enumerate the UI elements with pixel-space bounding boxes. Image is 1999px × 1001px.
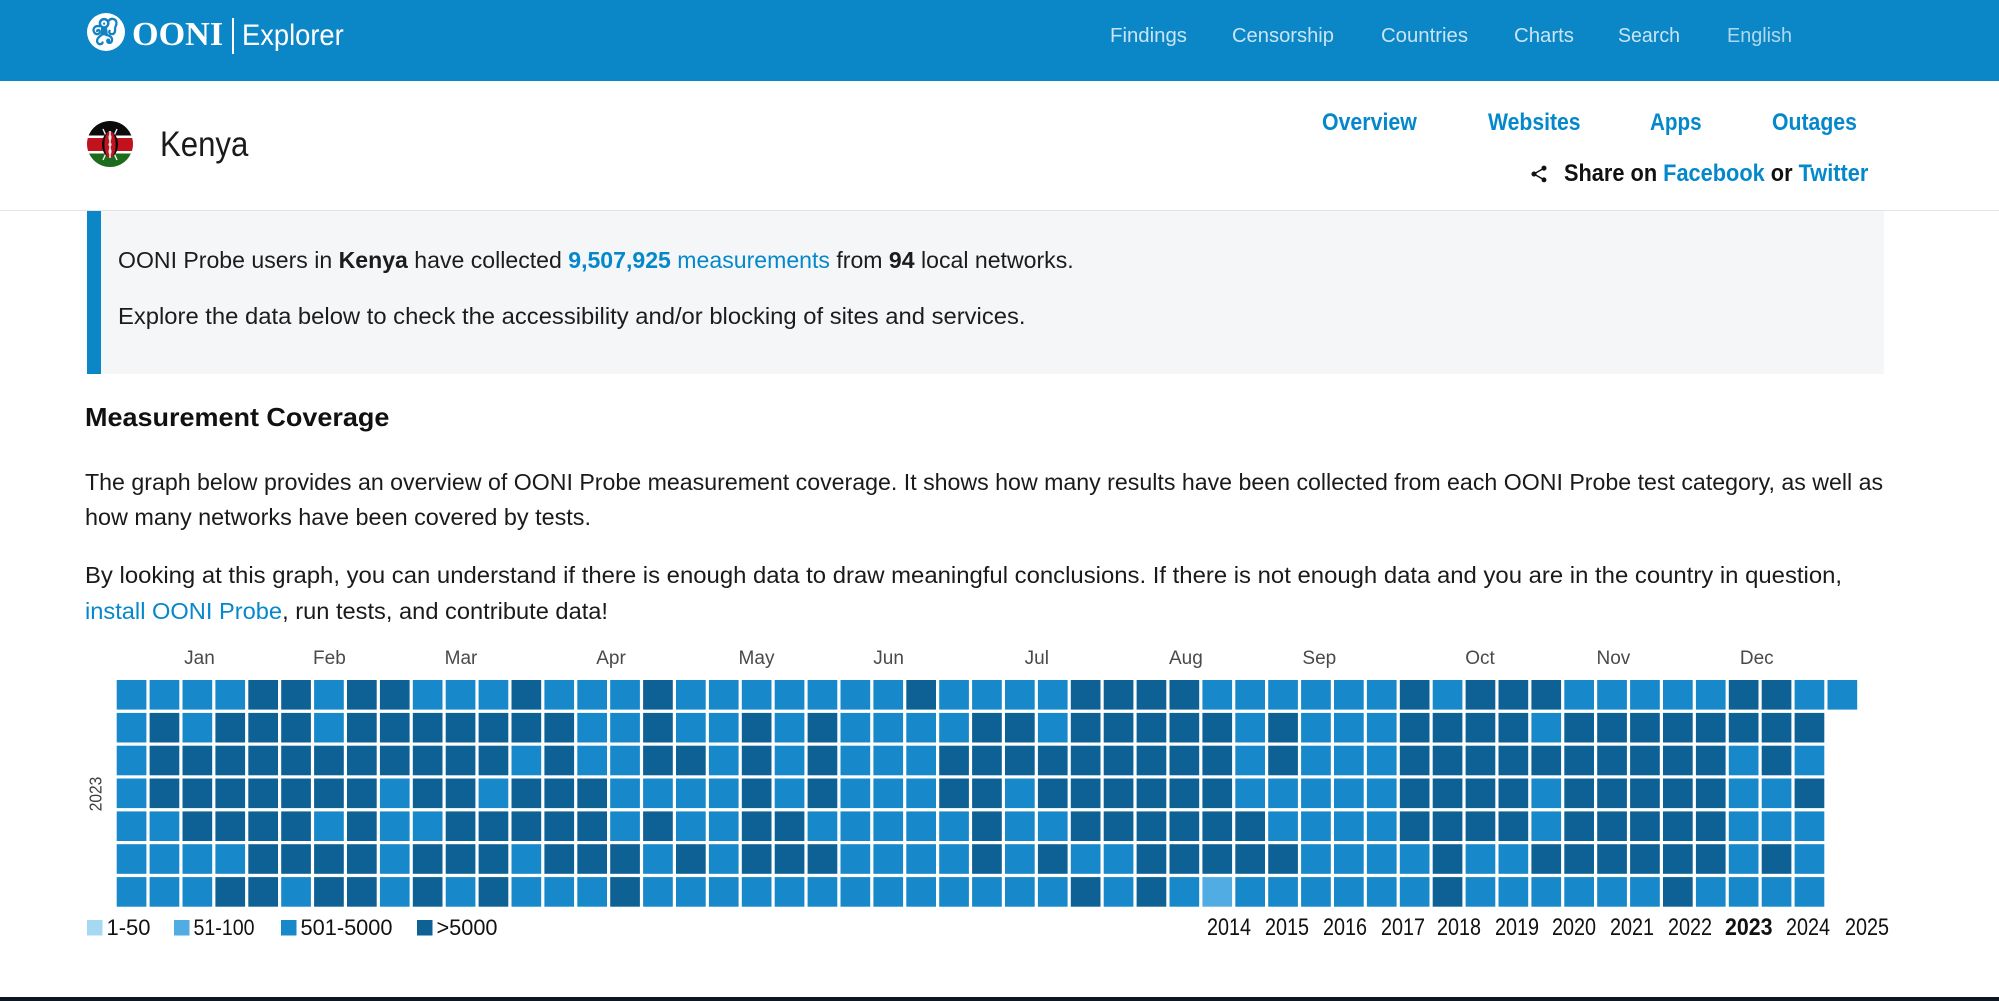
svg-text:Nov: Nov bbox=[1597, 648, 1631, 669]
svg-text:>5000: >5000 bbox=[437, 915, 498, 940]
svg-text:1-50: 1-50 bbox=[107, 915, 151, 940]
svg-text:Sep: Sep bbox=[1302, 648, 1336, 669]
svg-text:Feb: Feb bbox=[313, 648, 346, 669]
svg-text:2014: 2014 bbox=[1207, 914, 1251, 941]
svg-text:Aug: Aug bbox=[1169, 648, 1203, 669]
svg-text:2023: 2023 bbox=[1725, 914, 1773, 941]
svg-text:Apr: Apr bbox=[596, 648, 626, 669]
svg-text:2016: 2016 bbox=[1323, 914, 1367, 941]
svg-text:2018: 2018 bbox=[1437, 914, 1481, 941]
svg-text:Jul: Jul bbox=[1025, 648, 1049, 669]
svg-text:Oct: Oct bbox=[1465, 648, 1495, 669]
svg-text:2023: 2023 bbox=[86, 777, 106, 812]
svg-text:2025: 2025 bbox=[1845, 914, 1889, 941]
svg-text:Jan: Jan bbox=[184, 648, 215, 669]
svg-text:2017: 2017 bbox=[1381, 914, 1425, 941]
svg-text:Dec: Dec bbox=[1740, 648, 1774, 669]
svg-text:2019: 2019 bbox=[1495, 914, 1539, 941]
svg-text:2020: 2020 bbox=[1552, 914, 1596, 941]
svg-text:Jun: Jun bbox=[873, 648, 904, 669]
svg-text:2021: 2021 bbox=[1610, 914, 1654, 941]
svg-text:51-100: 51-100 bbox=[194, 915, 255, 940]
svg-text:2015: 2015 bbox=[1265, 914, 1309, 941]
svg-text:2022: 2022 bbox=[1668, 914, 1712, 941]
svg-text:Mar: Mar bbox=[445, 648, 478, 669]
svg-text:501-5000: 501-5000 bbox=[301, 915, 393, 940]
svg-text:2024: 2024 bbox=[1786, 914, 1830, 941]
svg-text:May: May bbox=[739, 648, 775, 669]
